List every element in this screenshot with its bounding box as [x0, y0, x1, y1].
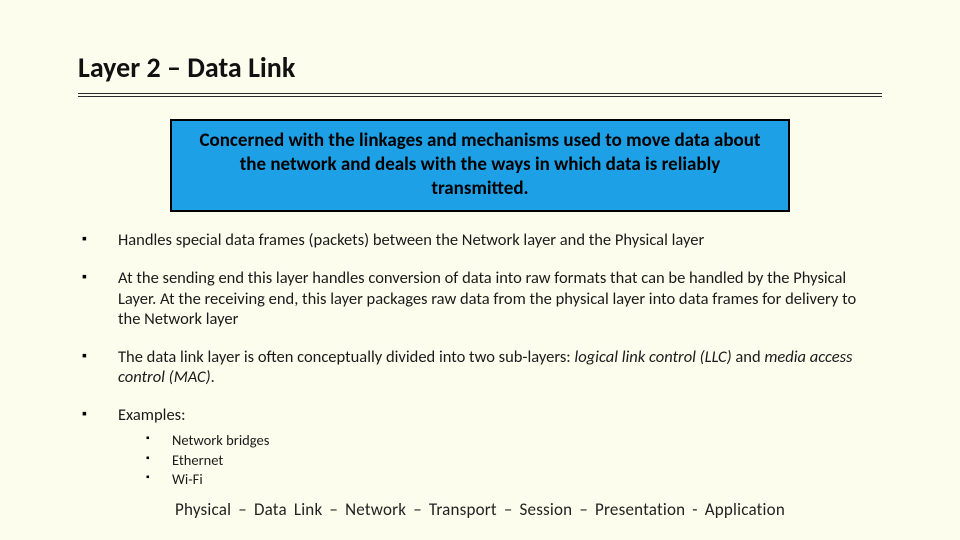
bullet-item: The data link layer is often conceptuall…	[82, 347, 882, 387]
sub-bullet-list: Network bridges Ethernet Wi-Fi	[118, 431, 882, 490]
summary-box: Concerned with the linkages and mechanis…	[170, 119, 790, 212]
italic-text: logical link control (LLC)	[574, 347, 731, 367]
layer-breadcrumb: Physical – Data Link – Network – Transpo…	[0, 499, 960, 520]
slide: Layer 2 – Data Link Concerned with the l…	[0, 0, 960, 490]
bullet-text: Examples:	[118, 405, 186, 425]
slide-title: Layer 2 – Data Link	[78, 50, 882, 85]
sub-bullet-item: Ethernet	[146, 451, 882, 471]
bullet-item: Examples: Network bridges Ethernet Wi-Fi	[82, 405, 882, 490]
sub-bullet-item: Wi-Fi	[146, 470, 882, 490]
sub-bullet-item: Network bridges	[146, 431, 882, 451]
bullet-text: The data link layer is often conceptuall…	[118, 347, 574, 367]
title-underline	[78, 93, 882, 97]
blurb-container: Concerned with the linkages and mechanis…	[78, 119, 882, 212]
bullet-list: Handles special data frames (packets) be…	[78, 230, 882, 490]
bullet-item: At the sending end this layer handles co…	[82, 268, 882, 328]
bullet-item: Handles special data frames (packets) be…	[82, 230, 882, 250]
bullet-text: .	[211, 367, 215, 387]
bullet-text: and	[732, 347, 765, 367]
